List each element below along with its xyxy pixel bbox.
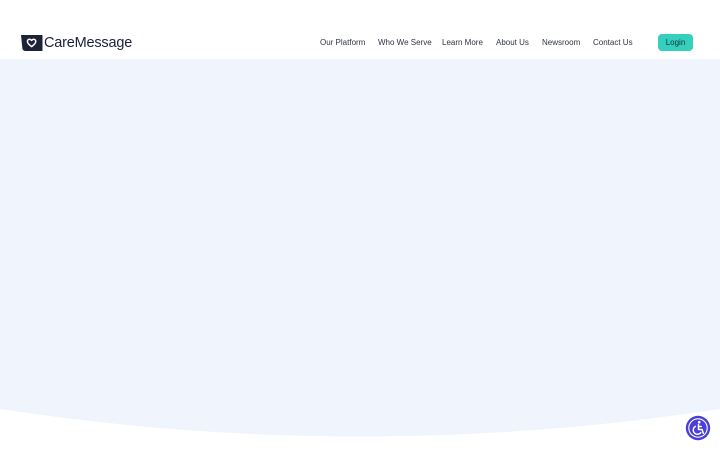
- hero-background: [0, 59, 720, 437]
- login-button[interactable]: Login: [658, 34, 693, 51]
- nav-item-newsroom[interactable]: Newsroom: [542, 34, 580, 51]
- accessibility-button[interactable]: [684, 414, 712, 442]
- nav-item-who-we-serve[interactable]: Who We Serve: [378, 34, 432, 51]
- nav-item-about-us[interactable]: About Us: [496, 34, 529, 51]
- page: CareMessage Our Platform Who We Serve Le…: [0, 0, 720, 450]
- nav-item-contact-us[interactable]: Contact Us: [593, 34, 633, 51]
- hero-section: [0, 59, 720, 450]
- main-nav: Our Platform Who We Serve Learn More Abo…: [0, 34, 720, 51]
- nav-item-learn-more[interactable]: Learn More: [442, 34, 483, 51]
- nav-item-our-platform[interactable]: Our Platform: [320, 34, 365, 51]
- site-header: CareMessage Our Platform Who We Serve Le…: [0, 0, 720, 59]
- accessibility-icon: [684, 414, 712, 442]
